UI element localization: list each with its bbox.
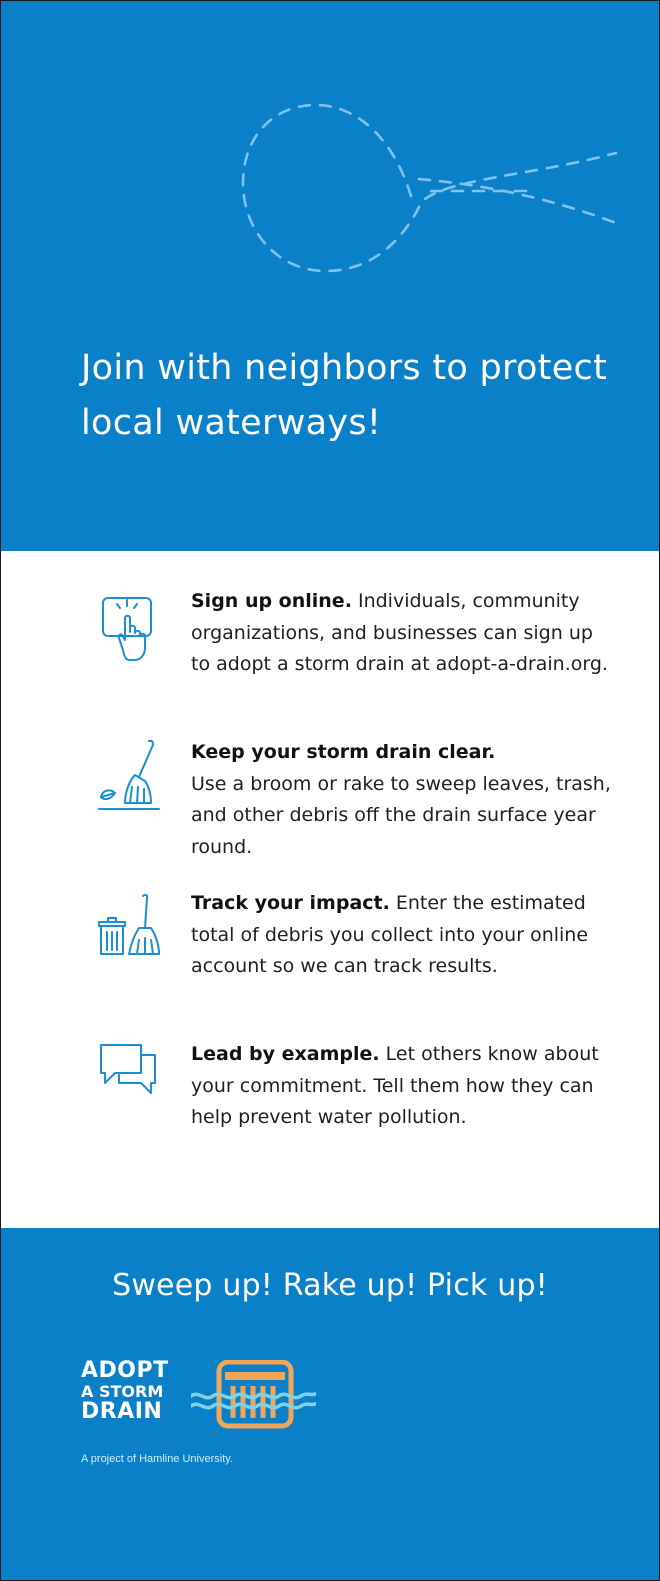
step-text: Track your impact. Enter the estimated t… <box>191 888 611 983</box>
step-title: Lead by example. <box>191 1043 380 1065</box>
chat-bubbles-icon <box>100 1044 156 1094</box>
step-text: Sign up online. Individuals, community o… <box>191 586 611 681</box>
touch-tap-icon <box>102 597 152 661</box>
flyer: Join with neighbors to protect local wat… <box>0 0 660 1581</box>
step-title: Sign up online. <box>191 590 352 612</box>
step-text: Lead by example. Let others know about y… <box>191 1039 611 1134</box>
storm-drain-grate-icon <box>191 1360 316 1429</box>
headline: Join with neighbors to protect local wat… <box>81 348 608 443</box>
step-body: Use a broom or rake to sweep leaves, tra… <box>191 772 611 858</box>
step-text: Keep your storm drain clear. Use a broom … <box>191 737 611 863</box>
logo-wordmark: ADOPT A STORM DRAIN <box>81 1360 169 1423</box>
logo-line-1: ADOPT <box>81 1358 169 1383</box>
trash-and-broom-icon <box>98 893 160 955</box>
step-title: Keep your storm drain clear. <box>191 741 496 763</box>
header-panel: Join with neighbors to protect local wat… <box>1 1 659 551</box>
broom-icon <box>98 739 160 810</box>
water-swirl-icon <box>241 103 618 273</box>
logo-line-3: DRAIN <box>81 1399 163 1424</box>
step-title: Track your impact. <box>191 892 390 914</box>
logo-line-2: A STORM <box>81 1382 164 1401</box>
footer-panel: Sweep up! Rake up! Pick up! ADOPT A STOR… <box>1 1228 659 1580</box>
tagline: Sweep up! Rake up! Pick up! <box>112 1268 548 1303</box>
credit-line: A project of Hamline University. <box>81 1453 234 1465</box>
